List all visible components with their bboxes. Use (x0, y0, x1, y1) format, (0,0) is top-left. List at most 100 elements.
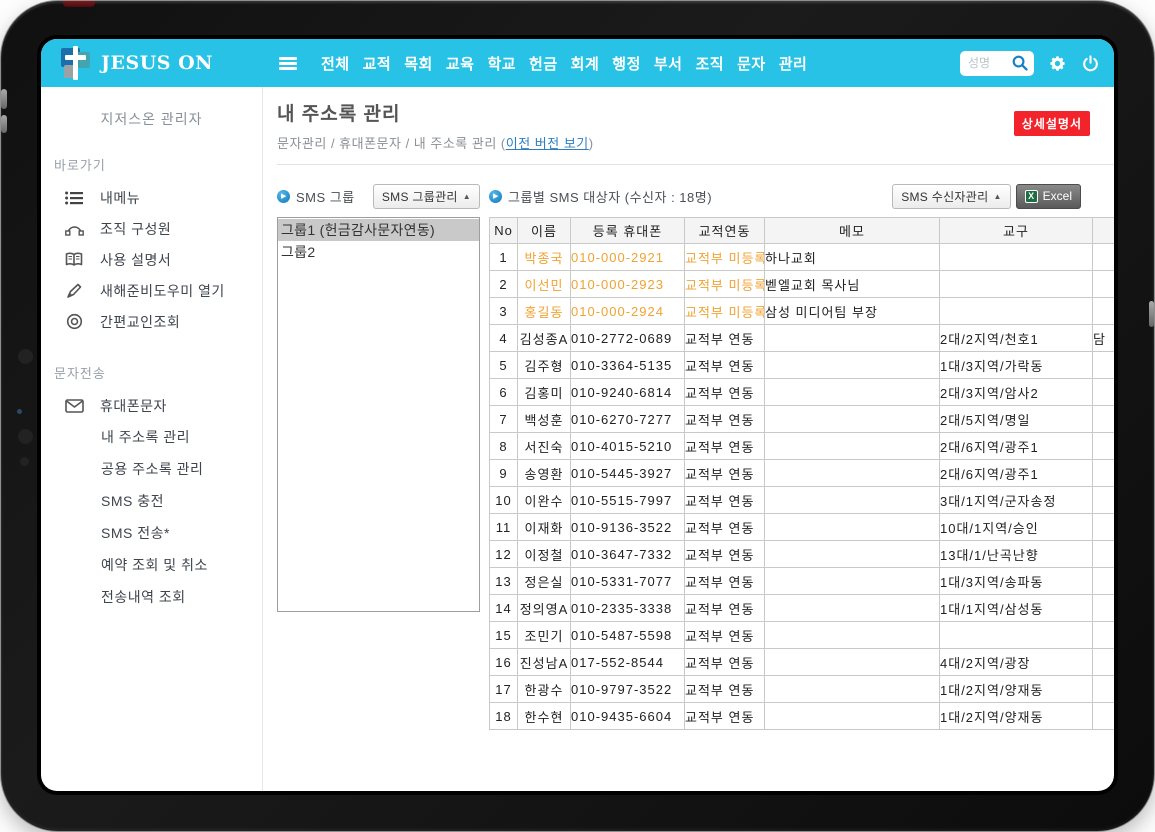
sidebar-item[interactable]: 예약 조회 및 취소 (41, 549, 262, 581)
sidebar-sections: 바로가기내메뉴조직 구성원사용 설명서새해준비도우미 열기간편교인조회문자전송휴… (41, 155, 262, 613)
cell-name: 서진숙 (518, 433, 571, 460)
cell-district: 1대/2지역/양재동 (940, 676, 1093, 703)
excel-button[interactable]: X Excel (1016, 184, 1081, 209)
breadcrumb-close: ) (589, 136, 594, 151)
sidebar-item-label: 전송내역 조회 (101, 587, 186, 607)
app-logo[interactable]: JESUS ON (61, 46, 279, 80)
nav-item[interactable]: 부서 (654, 53, 683, 74)
nav-item[interactable]: 행정 (612, 53, 641, 74)
nav-item[interactable]: 교육 (446, 53, 475, 74)
table-row[interactable]: 7백성훈010-6270-7277교적부 연동2대/5지역/명일 (490, 406, 1115, 433)
group-list-item[interactable]: 그룹1 (헌금감사문자연동) (278, 219, 479, 241)
table-row[interactable]: 5김주형010-3364-5135교적부 연동1대/3지역/가락동 (490, 352, 1115, 379)
cell-district: 2대/6지역/광주1 (940, 433, 1093, 460)
cell-no: 12 (490, 541, 518, 568)
cell-status: 교적부 미등록 (685, 271, 765, 298)
table-row[interactable]: 2이선민010-000-2923교적부 미등록벧엘교회 목사님 (490, 271, 1115, 298)
table-row[interactable]: 1박종국010-000-2921교적부 미등록하나교회 (490, 244, 1115, 271)
nav-item[interactable]: 헌금 (529, 53, 558, 74)
sidebar-item[interactable]: 조직 구성원 (41, 213, 262, 244)
cell-memo (765, 487, 940, 514)
page-title: 내 주소록 관리 (277, 99, 1114, 126)
cell-extra (1093, 406, 1115, 433)
table-row[interactable]: 11이재화010-9136-3522교적부 연동10대/1지역/승인 (490, 514, 1115, 541)
table-row[interactable]: 6김홍미010-9240-6814교적부 연동2대/3지역/암사2 (490, 379, 1115, 406)
cell-district: 2대/6지역/광주1 (940, 460, 1093, 487)
cell-phone: 010-2772-0689 (571, 325, 685, 352)
column-header: 교 (1093, 218, 1115, 244)
sidebar-item-label: 공용 주소록 관리 (101, 459, 203, 479)
cell-status: 교적부 연동 (685, 406, 765, 433)
table-header-row: No이름등록 휴대폰교적연동메모교구교 (490, 218, 1115, 244)
sidebar-item-label: SMS 전송* (101, 523, 170, 543)
sms-recipient-manage-label: SMS 수신자관리 (901, 188, 988, 205)
cell-phone: 010-3647-7332 (571, 541, 685, 568)
nav-item[interactable]: 관리 (779, 53, 808, 74)
excel-label: Excel (1043, 189, 1072, 203)
cell-no: 3 (490, 298, 518, 325)
sidebar-item[interactable]: 간편교인조회 (41, 306, 262, 337)
nav-item[interactable]: 학교 (487, 53, 516, 74)
nav-item[interactable]: 회계 (571, 53, 600, 74)
table-row[interactable]: 16진성남A017-552-8544교적부 연동4대/2지역/광장 (490, 649, 1115, 676)
cell-memo (765, 433, 940, 460)
cell-no: 15 (490, 622, 518, 649)
cell-extra (1093, 649, 1115, 676)
sms-group-title: SMS 그룹 (277, 187, 355, 206)
sms-group-manage-button[interactable]: SMS 그룹관리 ▲ (373, 184, 480, 209)
cell-extra (1093, 487, 1115, 514)
nav-item[interactable]: 문자 (737, 53, 766, 74)
sidebar-item[interactable]: SMS 전송* (41, 517, 262, 549)
nav-item[interactable]: 교적 (363, 53, 392, 74)
sidebar-item[interactable]: 새해준비도우미 열기 (41, 275, 262, 306)
table-row[interactable]: 14정의영A010-2335-3338교적부 연동1대/1지역/삼성동 (490, 595, 1115, 622)
sidebar-item[interactable]: 공용 주소록 관리 (41, 453, 262, 485)
cell-extra (1093, 703, 1115, 730)
table-row[interactable]: 12이정철010-3647-7332교적부 연동13대/1/난곡난향 (490, 541, 1115, 568)
bullet-icon (277, 190, 290, 203)
hamburger-menu-icon[interactable] (279, 57, 297, 70)
search-input[interactable] (966, 55, 1010, 71)
cell-extra (1093, 460, 1115, 487)
cell-name: 김성종A (518, 325, 571, 352)
table-row[interactable]: 10이완수010-5515-7997교적부 연동3대/1지역/군자송정 (490, 487, 1115, 514)
sidebar-item[interactable]: 전송내역 조회 (41, 581, 262, 613)
sidebar-item[interactable]: 내메뉴 (41, 182, 262, 213)
previous-version-link[interactable]: 이전 버전 보기 (506, 136, 589, 151)
table-row[interactable]: 8서진숙010-4015-5210교적부 연동2대/6지역/광주1 (490, 433, 1115, 460)
detail-manual-button[interactable]: 상세설명서 (1014, 111, 1090, 136)
cell-extra (1093, 568, 1115, 595)
cell-extra (1093, 433, 1115, 460)
breadcrumb-text: 문자관리 / 휴대폰문자 / 내 주소록 관리 ( (277, 136, 506, 151)
cell-extra (1093, 379, 1115, 406)
cell-no: 17 (490, 676, 518, 703)
sidebar-item[interactable]: 휴대폰문자 (41, 390, 262, 421)
cell-extra (1093, 595, 1115, 622)
search-icon[interactable] (1010, 53, 1030, 73)
table-row[interactable]: 13정은실010-5331-7077교적부 연동1대/3지역/송파동 (490, 568, 1115, 595)
sidebar-item[interactable]: 내 주소록 관리 (41, 421, 262, 453)
cell-status: 교적부 연동 (685, 433, 765, 460)
cell-phone: 010-3364-5135 (571, 352, 685, 379)
table-row[interactable]: 15조민기010-5487-5598교적부 연동 (490, 622, 1115, 649)
cell-phone: 010-5445-3927 (571, 460, 685, 487)
tablet-top-button (63, 1, 95, 7)
sidebar-item[interactable]: 사용 설명서 (41, 244, 262, 275)
sidebar-item[interactable]: SMS 충전 (41, 485, 262, 517)
gear-icon[interactable] (1047, 53, 1067, 73)
nav-item[interactable]: 전체 (321, 53, 350, 74)
table-row[interactable]: 4김성종A010-2772-0689교적부 연동2대/2지역/천호1담 (490, 325, 1115, 352)
group-list-item[interactable]: 그룹2 (278, 241, 479, 263)
table-row[interactable]: 18한수현010-9435-6604교적부 연동1대/2지역/양재동 (490, 703, 1115, 730)
cell-memo (765, 352, 940, 379)
table-row[interactable]: 3홍길동010-000-2924교적부 미등록삼성 미디어팀 부장 (490, 298, 1115, 325)
recipients-panel-header: 그룹별 SMS 대상자 (수신자 : 18명) SMS 수신자관리 ▲ X Ex… (489, 183, 1081, 209)
cell-district: 1대/1지역/삼성동 (940, 595, 1093, 622)
nav-item[interactable]: 목회 (404, 53, 433, 74)
table-body: 1박종국010-000-2921교적부 미등록하나교회2이선민010-000-2… (490, 244, 1115, 730)
nav-item[interactable]: 조직 (695, 53, 724, 74)
table-row[interactable]: 17한광수010-9797-3522교적부 연동1대/2지역/양재동 (490, 676, 1115, 703)
power-icon[interactable] (1080, 53, 1100, 73)
sms-recipient-manage-button[interactable]: SMS 수신자관리 ▲ (892, 184, 1010, 209)
table-row[interactable]: 9송영환010-5445-3927교적부 연동2대/6지역/광주1 (490, 460, 1115, 487)
